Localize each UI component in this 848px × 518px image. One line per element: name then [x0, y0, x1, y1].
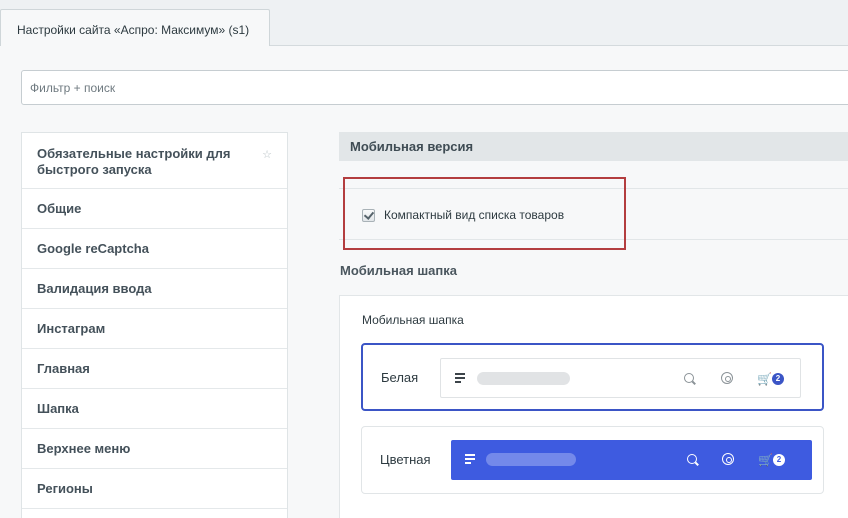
tab-bar: Настройки сайта «Аспро: Максимум» (s1) — [0, 0, 848, 47]
menu-icon — [455, 373, 465, 383]
sidebar-item-regions[interactable]: Регионы — [22, 469, 287, 509]
search-icon — [687, 454, 697, 464]
sidebar-item-required-settings[interactable]: Обязательные настройки для быстрого запу… — [22, 133, 287, 189]
sidebar-item-label: Обязательные настройки для быстрого запу… — [37, 146, 231, 177]
mobile-header-field-title: Мобильная шапка — [362, 313, 464, 327]
sidebar-item-instagram[interactable]: Инстаграм — [22, 309, 287, 349]
header-preview-white: 🛒 2 — [440, 358, 801, 398]
sidebar-item-general[interactable]: Общие — [22, 189, 287, 229]
sidebar-item-label: Общие — [37, 201, 82, 216]
filter-search-input[interactable] — [22, 71, 848, 104]
sidebar-item-label: Главная — [37, 361, 90, 376]
search-icon — [684, 373, 694, 383]
section-heading-mobile-header: Мобильная шапка — [340, 263, 457, 278]
sidebar-item-label: Регионы — [37, 481, 93, 496]
mobile-header-option-white[interactable]: Белая 🛒 2 — [361, 343, 824, 411]
filter-search-box[interactable] — [21, 70, 848, 105]
compact-list-label[interactable]: Компактный вид списка товаров — [384, 208, 564, 222]
tab-site-settings[interactable]: Настройки сайта «Аспро: Максимум» (s1) — [0, 9, 270, 47]
sidebar-item-top-menu[interactable]: Верхнее меню — [22, 429, 287, 469]
sidebar-item-input-validation[interactable]: Валидация ввода — [22, 269, 287, 309]
sidebar-item-label: Шапка — [37, 401, 79, 416]
header-preview-color: 🛒 2 — [451, 440, 812, 480]
settings-sidebar: Обязательные настройки для быстрого запу… — [21, 132, 288, 518]
user-icon — [721, 372, 733, 384]
sidebar-item-main[interactable]: Главная — [22, 349, 287, 389]
sidebar-item-label: Google reCaptcha — [37, 241, 149, 256]
sidebar-item-recaptcha[interactable]: Google reCaptcha — [22, 229, 287, 269]
option-label: Цветная — [380, 452, 431, 467]
star-icon[interactable]: ☆ — [262, 147, 272, 163]
user-icon — [722, 453, 734, 465]
cart-icon: 🛒 — [758, 453, 773, 467]
compact-list-checkbox[interactable] — [362, 209, 375, 222]
cart-icon: 🛒 — [757, 372, 772, 386]
logo-placeholder-bar — [477, 372, 570, 385]
mobile-header-option-color[interactable]: Цветная 🛒 2 — [361, 426, 824, 494]
logo-placeholder-bar — [486, 453, 576, 466]
cart-count-badge: 2 — [772, 373, 784, 385]
sidebar-item-label: Инстаграм — [37, 321, 106, 336]
sidebar-item-label: Верхнее меню — [37, 441, 131, 456]
sidebar-item-header[interactable]: Шапка — [22, 389, 287, 429]
section-heading-mobile-version: Мобильная версия — [339, 132, 848, 161]
cart-count-badge: 2 — [773, 454, 785, 466]
sidebar-item-label: Валидация ввода — [37, 281, 152, 296]
menu-icon — [465, 454, 475, 464]
option-label: Белая — [381, 370, 419, 385]
